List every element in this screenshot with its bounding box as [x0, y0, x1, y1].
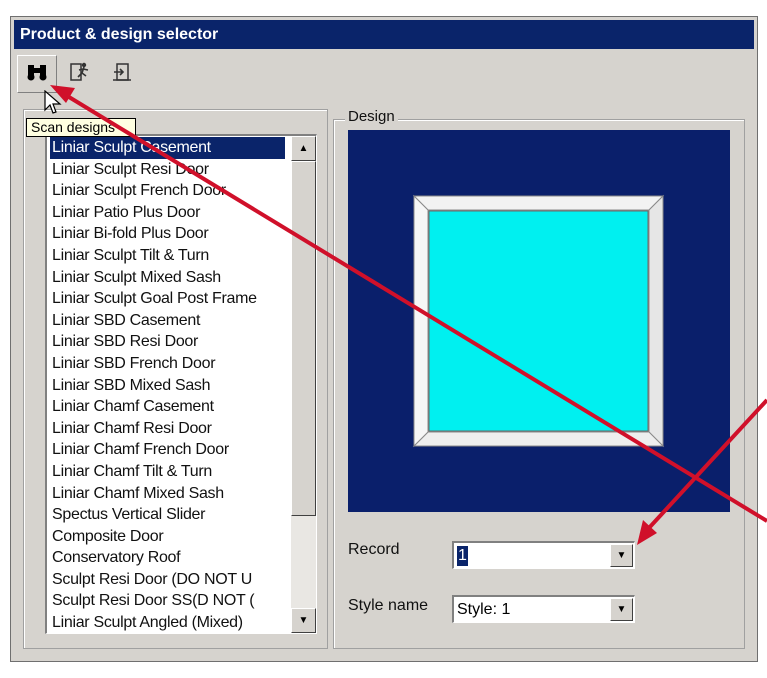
arrow-to-scan-button [62, 92, 767, 523]
annotation-arrows [50, 85, 767, 545]
